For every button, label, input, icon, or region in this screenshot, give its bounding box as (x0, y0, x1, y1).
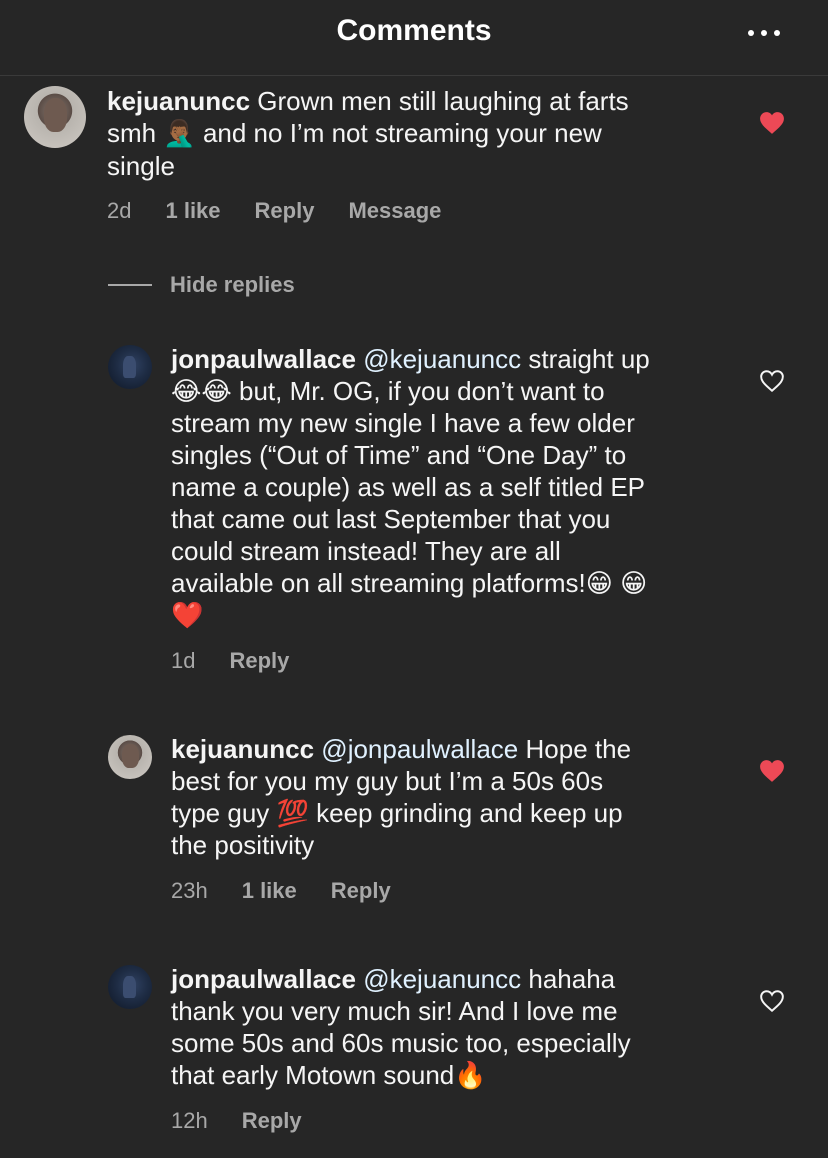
comment-body: best for you my guy but I’m a 50s 60s (171, 766, 604, 796)
comment-body: smh (107, 118, 164, 148)
hide-replies-label: Hide replies (170, 272, 295, 297)
comment-body: that came out last September that you (171, 504, 611, 534)
reply-button[interactable]: Reply (242, 1108, 302, 1134)
comment-body: stream my new single I have a few older (171, 408, 635, 438)
comment-body: name a couple) as well as a self titled … (171, 472, 646, 502)
likes-count[interactable]: 1 like (242, 878, 297, 904)
comment-body: singles (“Out of Time” and “One Day” to (171, 440, 627, 470)
heart-outline-icon[interactable] (759, 989, 785, 1013)
heart-filled-icon[interactable] (759, 759, 785, 783)
comment-text: jonpaulwallace @kejuanuncc straight up 😂… (171, 343, 731, 631)
comment-body: the positivity (171, 830, 315, 860)
comment-body: thank you very much sir! And I love me (171, 996, 618, 1026)
message-button[interactable]: Message (348, 198, 441, 224)
comment-username[interactable]: kejuanuncc (171, 734, 314, 764)
avatar[interactable] (108, 735, 152, 779)
comment-body: some 50s and 60s music too, especially (171, 1028, 631, 1058)
heart-filled-icon[interactable] (759, 111, 785, 135)
comment-meta: 2d 1 like Reply Message (107, 198, 475, 224)
comment-time: 23h (171, 878, 208, 903)
mention-link[interactable]: @kejuanuncc (363, 344, 521, 374)
comment-username[interactable]: jonpaulwallace (171, 344, 356, 374)
more-horizontal-icon[interactable] (748, 28, 780, 38)
comment-meta: 12h Reply (171, 1108, 336, 1134)
page-title: Comments (336, 14, 492, 47)
facepalm-emoji: 🤦🏾‍♂️ (163, 119, 196, 149)
hide-replies-button[interactable]: Hide replies (108, 272, 295, 298)
comment-body: hahaha (528, 964, 616, 994)
comment-time: 1d (171, 648, 196, 673)
comment-body: that early Motown sound🔥 (171, 1060, 487, 1090)
reply-button[interactable]: Reply (255, 198, 315, 224)
comment-text: kejuanuncc @jonpaulwallace Hope the best… (171, 733, 731, 861)
comment-username[interactable]: jonpaulwallace (171, 964, 356, 994)
comment-body: available on all streaming platforms!😁 😁 (171, 568, 648, 598)
comment-body: Grown men still laughing at farts (257, 86, 629, 116)
comment-text: kejuanuncc Grown men still laughing at f… (107, 85, 747, 182)
comment-username[interactable]: kejuanuncc (107, 86, 250, 116)
comment-body: and no I’m not streaming your new (195, 118, 602, 148)
comment-body: ❤️ (171, 600, 204, 630)
comment-body: type guy 💯 keep grinding and keep up (171, 798, 623, 828)
mention-link[interactable]: @kejuanuncc (363, 964, 521, 994)
heart-outline-icon[interactable] (759, 369, 785, 393)
comment-body: 😂😂 but, Mr. OG, if you don’t want to (171, 376, 605, 406)
reply-button[interactable]: Reply (331, 878, 391, 904)
comment-time: 2d (107, 198, 132, 223)
avatar[interactable] (108, 345, 152, 389)
comment-time: 12h (171, 1108, 208, 1133)
likes-count[interactable]: 1 like (165, 198, 220, 224)
header: Comments (0, 0, 828, 76)
comment-text: jonpaulwallace @kejuanuncc hahaha thank … (171, 963, 731, 1091)
comment-body: straight up (528, 344, 650, 374)
reply-button[interactable]: Reply (229, 648, 289, 674)
divider-line (108, 284, 152, 286)
avatar[interactable] (24, 86, 86, 148)
mention-link[interactable]: @jonpaulwallace (321, 734, 518, 764)
avatar[interactable] (108, 965, 152, 1009)
comment-meta: 23h 1 like Reply (171, 878, 425, 904)
comment-meta: 1d Reply (171, 648, 323, 674)
comment-body: Hope the (525, 734, 632, 764)
comment-body: single (107, 151, 175, 181)
comment-body: could stream instead! They are all (171, 536, 561, 566)
